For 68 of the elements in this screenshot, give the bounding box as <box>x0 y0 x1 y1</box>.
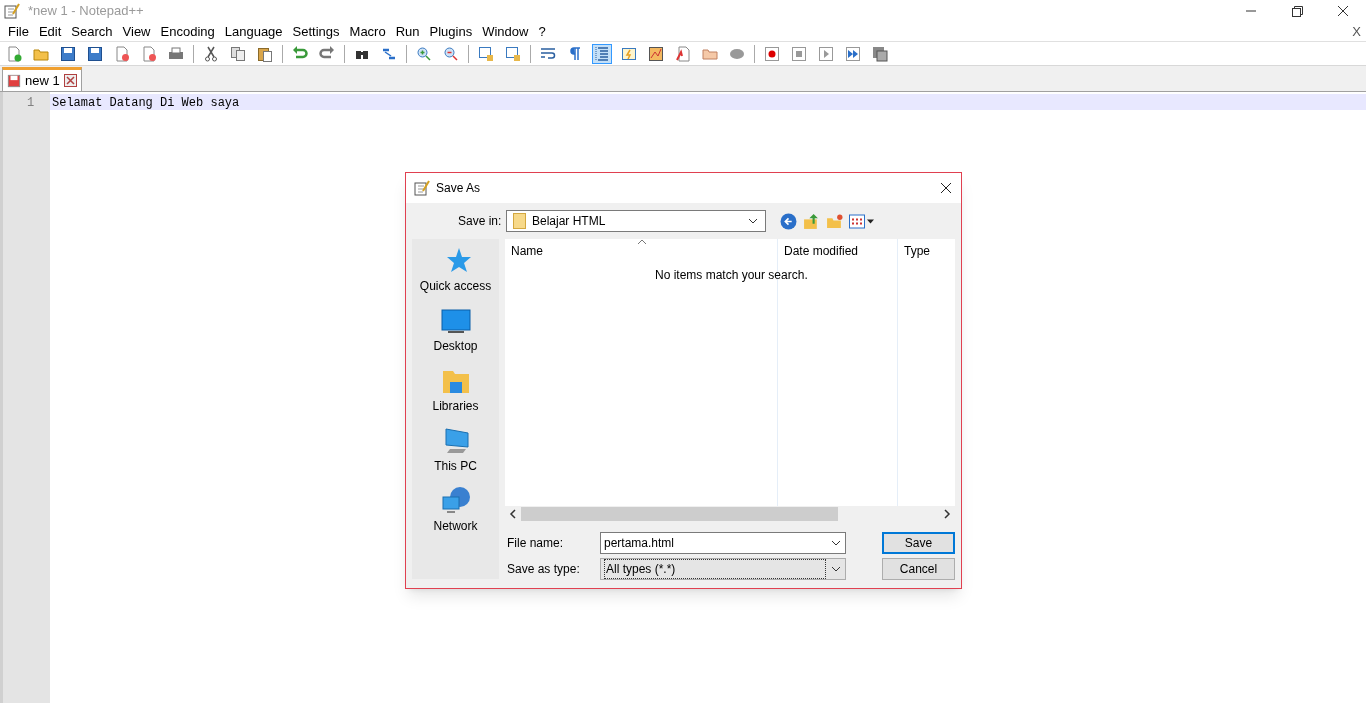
menu-item[interactable]: Language <box>220 21 287 42</box>
menu-item[interactable]: Plugins <box>425 21 477 42</box>
menu-item[interactable]: Window <box>478 21 533 42</box>
document-tab[interactable]: new 1 <box>2 67 82 91</box>
menu-item[interactable]: Edit <box>34 21 66 42</box>
menu-item[interactable]: File <box>4 21 33 42</box>
place-item[interactable]: This PC <box>412 425 499 475</box>
floppy-icon <box>60 45 76 62</box>
zoom-in-icon <box>416 45 432 62</box>
place-item[interactable]: Desktop <box>412 305 499 355</box>
window-lock-icon <box>478 45 494 62</box>
file-name-field[interactable]: pertama.html <box>600 532 846 554</box>
column-header[interactable]: Type <box>897 239 955 263</box>
zoom-out-icon <box>443 45 459 62</box>
dialog-title: Save As <box>436 180 481 197</box>
file-name-label: File name: <box>506 535 565 552</box>
dialog-button[interactable]: Save <box>882 532 955 554</box>
record-icon <box>764 45 780 62</box>
window-lock-icon <box>505 45 521 62</box>
save-macro-icon <box>872 45 888 62</box>
notepad-icon <box>414 180 430 196</box>
column-header[interactable]: Name <box>505 239 777 263</box>
map-icon <box>648 45 664 62</box>
menu-item[interactable]: Macro <box>345 21 390 42</box>
save-type-label: Save as type: <box>506 561 581 578</box>
clipboard-icon <box>257 45 273 62</box>
printer-icon <box>168 45 184 62</box>
menu-item[interactable]: Settings <box>288 21 344 42</box>
close-file-icon <box>114 45 130 62</box>
menu-item[interactable]: View <box>118 21 155 42</box>
folder-icon <box>513 213 526 229</box>
save-in-dropdown[interactable]: Belajar HTML <box>506 210 766 232</box>
menu-item[interactable]: Search <box>67 21 117 42</box>
line-number: 1 <box>26 95 36 110</box>
function-list-icon <box>675 45 691 62</box>
menu-item[interactable]: ? <box>534 21 550 42</box>
notepad-icon <box>4 3 20 19</box>
indent-guide-icon <box>594 45 610 62</box>
close-document-button[interactable]: X <box>1352 21 1361 42</box>
menu-item[interactable]: Run <box>391 21 424 42</box>
save-type-dropdown[interactable]: All types (*.*) <box>600 558 846 580</box>
pilcrow-icon <box>567 45 583 62</box>
close-icon[interactable] <box>939 181 953 195</box>
word-wrap-icon <box>540 45 556 62</box>
view-menu-icon[interactable] <box>849 212 875 230</box>
dialog-button[interactable]: Cancel <box>882 558 955 580</box>
fast-forward-icon <box>845 45 861 62</box>
menu-item[interactable]: Encoding <box>156 21 219 42</box>
save-in-label: Save in: <box>458 213 503 230</box>
place-item[interactable]: Libraries <box>412 365 499 415</box>
new-folder-icon[interactable] <box>826 212 843 230</box>
stop-icon <box>791 45 807 62</box>
column-header[interactable]: Date modified <box>777 239 897 263</box>
close-file-icon <box>141 45 157 62</box>
place-item[interactable]: Quick access <box>412 245 499 295</box>
floppy-icon <box>7 73 21 88</box>
play-icon <box>818 45 834 62</box>
place-item[interactable]: Network <box>412 485 499 535</box>
up-folder-icon[interactable] <box>803 212 820 230</box>
floppy-icon <box>87 45 103 62</box>
scissors-icon <box>203 45 219 62</box>
empty-message: No items match your search. <box>655 267 808 284</box>
copy-icon <box>230 45 246 62</box>
window-title: *new 1 - Notepad++ <box>28 2 144 21</box>
scrollbar-thumb[interactable] <box>521 507 838 521</box>
panel-icon <box>621 45 637 62</box>
new-file-icon <box>6 45 22 62</box>
back-icon[interactable] <box>780 212 797 230</box>
